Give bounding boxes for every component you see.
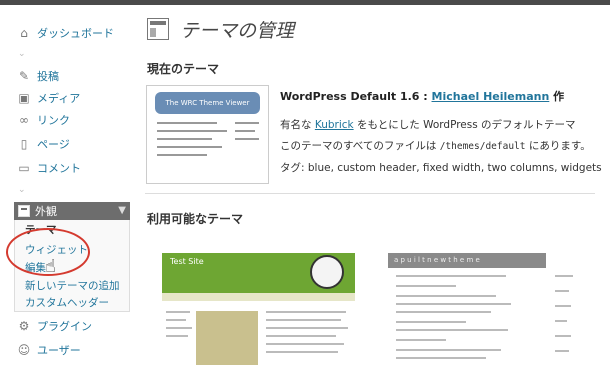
themes-page-icon [147, 18, 169, 40]
sidebar-item-posts[interactable]: ✎ 投稿 [0, 65, 130, 87]
sidebar-item-label: リンク [37, 114, 70, 127]
home-icon: ⌂ [20, 26, 28, 40]
sidebar-item-label: ユーザー [37, 344, 81, 357]
sidebar-item-links[interactable]: ∞ リンク [0, 109, 130, 131]
divider [145, 193, 595, 194]
menu-separator: ⌄ [18, 49, 26, 59]
current-theme-name: WordPress Default 1.6 : Michael Heileman… [280, 88, 564, 104]
thumb-title: Test Site [170, 257, 204, 266]
sidebar-item-pages[interactable]: ▯ ページ [0, 133, 130, 155]
sidebar-item-comments[interactable]: ▭ コメント [0, 157, 130, 179]
comment-icon: ▭ [18, 161, 30, 175]
pin-icon: ✎ [18, 69, 30, 83]
media-icon: ▣ [18, 91, 30, 105]
menu-separator: ⌄ [18, 185, 26, 195]
chevron-down-icon[interactable]: ▼ [118, 205, 126, 216]
sidebar-item-label: 外観 [35, 205, 57, 218]
current-theme-heading: 現在のテーマ [147, 62, 220, 76]
available-theme-screenshot[interactable]: a p u i l t n e w t h e m e [388, 253, 546, 365]
theme-description: 有名な Kubrick をもとにした WordPress のデフォルトテーマ [280, 117, 576, 132]
sidebar-item-media[interactable]: ▣ メディア [0, 87, 130, 109]
desc-prefix: 有名な [280, 119, 315, 131]
kubrick-link[interactable]: Kubrick [315, 119, 354, 131]
sidebar-item-plugins[interactable]: ⚙ プラグイン [0, 315, 130, 337]
sidebar-item-appearance[interactable]: 外観 ▼ [14, 202, 130, 220]
submenu-item-add-new-theme[interactable]: 新しいテーマの追加 [25, 278, 120, 293]
page-icon: ▯ [20, 137, 28, 151]
available-theme-screenshot[interactable]: Test Site [162, 253, 355, 365]
users-icon: ☺ [17, 343, 31, 357]
hand-cursor-icon: ☝ [45, 256, 56, 277]
sidebar-item-users[interactable]: ☺ ユーザー [0, 339, 130, 361]
sidebar-item-label: ページ [37, 138, 70, 151]
link-icon: ∞ [19, 113, 29, 127]
theme-tags: タグ: blue, custom header, fixed width, tw… [280, 162, 602, 174]
theme-author-link[interactable]: Michael Heilemann [432, 90, 550, 103]
theme-title: WordPress Default 1.6 : [280, 90, 432, 103]
available-themes-heading: 利用可能なテーマ [147, 212, 244, 226]
thumb-nav [162, 293, 355, 301]
thumb-header: The WRC Theme Viewer [155, 92, 260, 114]
sidebar-item-label: ダッシュボード [37, 27, 114, 40]
page-title: テーマの管理 [180, 20, 295, 42]
desc-suffix: をもとにした WordPress のデフォルトテーマ [353, 119, 576, 131]
sidebar-item-label: コメント [37, 162, 81, 175]
thumb-title: a p u i l t n e w t h e m e [394, 256, 480, 264]
sidebar-item-label: プラグイン [37, 320, 92, 333]
plugin-icon: ⚙ [18, 319, 30, 333]
sidebar-item-dashboard[interactable]: ⌂ ダッシュボード [0, 22, 130, 44]
thumb-photo [196, 311, 258, 365]
path-prefix: このテーマのすべてのファイルは [280, 140, 440, 152]
path-suffix: にあります。 [525, 140, 591, 152]
sidebar-item-label: メディア [37, 92, 81, 105]
sidebar-item-label: 投稿 [37, 70, 59, 83]
soccer-ball-icon [310, 255, 344, 289]
author-suffix: 作 [549, 90, 565, 103]
current-theme-screenshot: The WRC Theme Viewer [146, 85, 269, 184]
theme-path: /themes/default [439, 141, 526, 152]
appearance-icon [18, 205, 30, 217]
theme-files-path: このテーマのすべてのファイルは /themes/default にあります。 [280, 138, 591, 153]
submenu-item-custom-header[interactable]: カスタムヘッダー [25, 295, 109, 310]
